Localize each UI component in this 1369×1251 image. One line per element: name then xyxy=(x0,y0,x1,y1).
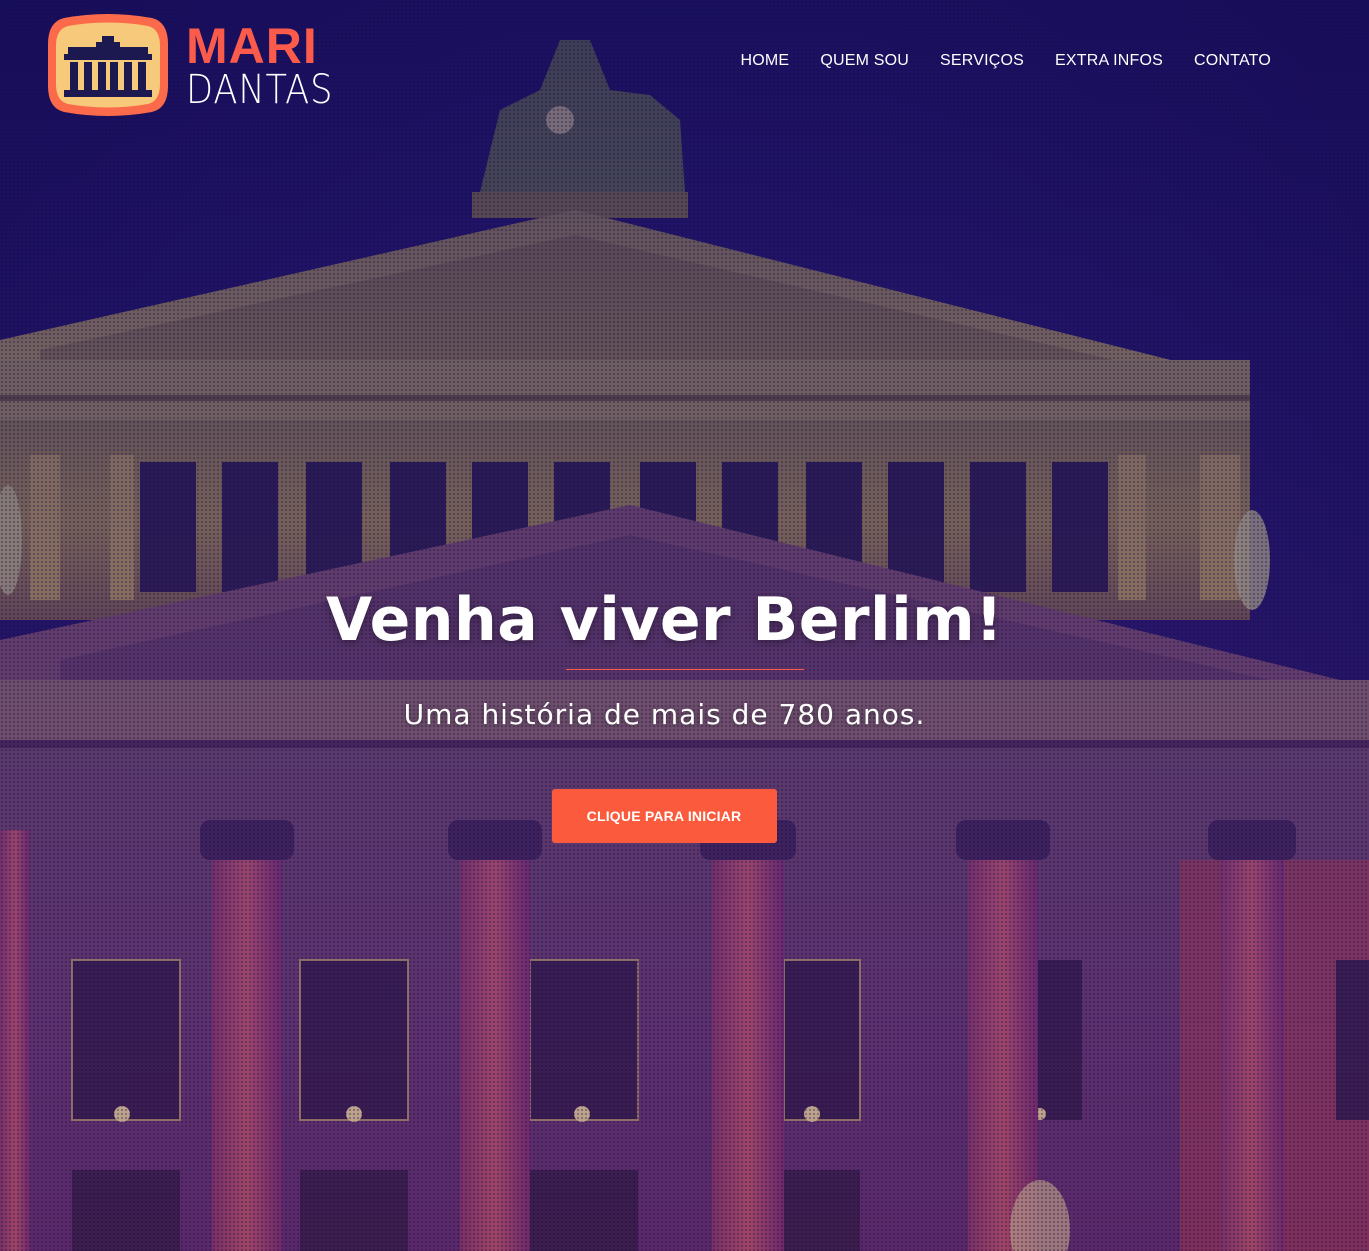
logo-line-1: MARI xyxy=(186,18,318,74)
site-logo[interactable]: MARI DANTAS xyxy=(44,14,353,116)
hero-content: Venha viver Berlim! Uma história de mais… xyxy=(0,585,1369,843)
hero-title: Venha viver Berlim! xyxy=(325,585,1004,655)
nav-contato[interactable]: CONTATO xyxy=(1194,52,1271,70)
brandenburg-gate-icon xyxy=(48,14,168,116)
hero-divider xyxy=(565,669,804,670)
hero-subtitle: Uma história de mais de 780 anos. xyxy=(403,698,926,731)
nav-quem-sou[interactable]: QUEM SOU xyxy=(820,52,909,70)
logo-line-2: DANTAS xyxy=(186,67,334,113)
nav-extra-infos[interactable]: EXTRA INFOS xyxy=(1055,52,1163,70)
main-nav: HOME QUEM SOU SERVIÇOS EXTRA INFOS CONTA… xyxy=(741,52,1272,70)
nav-servicos[interactable]: SERVIÇOS xyxy=(940,52,1024,70)
logo-wordmark: MARI DANTAS xyxy=(186,18,353,113)
start-button[interactable]: CLIQUE PARA INICIAR xyxy=(551,789,777,843)
nav-home[interactable]: HOME xyxy=(741,52,790,70)
